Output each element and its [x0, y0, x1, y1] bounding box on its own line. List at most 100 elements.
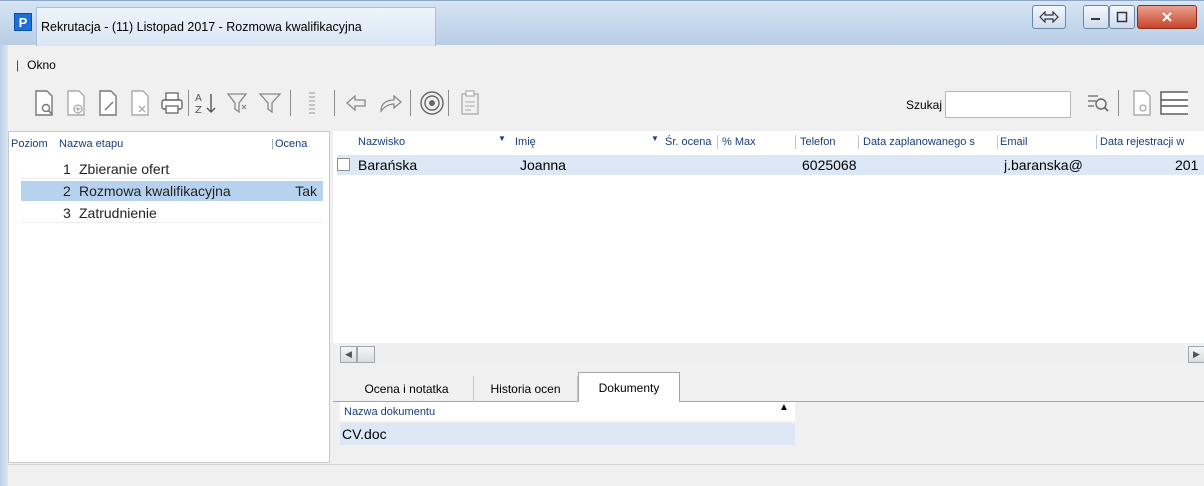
redo-icon[interactable] — [376, 88, 404, 118]
header-separator — [717, 135, 718, 149]
sort-desc-icon: ▼ — [651, 134, 659, 143]
header-nazwisko[interactable]: Nazwisko — [358, 136, 405, 148]
add-document-icon[interactable] — [62, 88, 90, 118]
search-label: Szukaj — [906, 98, 943, 112]
filter-icon[interactable] — [256, 88, 284, 118]
preview-document-icon[interactable] — [1128, 88, 1156, 118]
print-icon[interactable] — [158, 88, 186, 118]
document-name: CV.doc — [342, 426, 387, 442]
documents-header[interactable]: Nazwa dokumentu ▲ — [340, 402, 795, 421]
candidates-grid: Nazwisko ▼ Imię ▼ Śr. ocena % Max Telefo… — [333, 131, 1204, 343]
header-nazwa-dokumentu: Nazwa dokumentu — [344, 406, 436, 418]
header-separator: | — [271, 138, 274, 150]
stage-name: Zbieranie ofert — [79, 161, 170, 177]
tab-label: Dokumenty — [598, 380, 660, 395]
documents-list: Nazwa dokumentu ▲ CV.doc — [340, 402, 795, 445]
close-icon — [1162, 12, 1172, 22]
tab-ocena-i-notatka[interactable]: Ocena i notatka — [340, 376, 474, 402]
delete-document-icon[interactable] — [126, 88, 154, 118]
new-document-icon[interactable] — [30, 88, 58, 118]
detail-tabs: Ocena i notatka Historia ocen Dokumenty — [333, 370, 1204, 403]
undo-icon[interactable] — [344, 88, 372, 118]
toolbar-separator — [448, 90, 449, 116]
stages-panel: Poziom Nazwa etapu | Ocena 1 Zbieranie o… — [8, 131, 330, 463]
title-bar: P Rekrutacja - (11) Listopad 2017 - Rozm… — [0, 0, 1204, 46]
maximize-icon — [1116, 11, 1128, 23]
toolbar-separator — [1118, 90, 1119, 116]
stage-ocena: Tak — [295, 183, 317, 199]
close-button[interactable] — [1137, 5, 1197, 29]
stage-row[interactable]: 1 Zbieranie ofert — [21, 159, 323, 179]
checklist-icon[interactable] — [456, 88, 484, 118]
header-data-rejestracji[interactable]: Data rejestracji w — [1100, 136, 1184, 148]
maximize-button[interactable] — [1109, 5, 1135, 29]
stage-name: Zatrudnienie — [79, 205, 157, 221]
toolbar-separator — [410, 90, 411, 116]
header-sr-ocena[interactable]: Śr. ocena — [665, 136, 711, 148]
stage-row-selected[interactable]: 2 Rozmowa kwalifikacyjna Tak — [21, 181, 323, 201]
toolbar-separator — [290, 90, 291, 116]
row-checkbox[interactable] — [337, 158, 350, 171]
minimize-icon — [1091, 18, 1100, 20]
header-nazwa-etapu[interactable]: Nazwa etapu — [59, 138, 123, 150]
header-imie[interactable]: Imię — [515, 136, 536, 148]
search-input[interactable] — [945, 91, 1071, 118]
menu-separator: | — [16, 58, 20, 72]
cell-telefon: 6025068 — [802, 157, 857, 173]
svg-text:A: A — [195, 93, 202, 104]
window-title: Rekrutacja - (11) Listopad 2017 - Rozmow… — [41, 20, 362, 34]
sort-desc-icon: ▼ — [498, 134, 506, 143]
cell-nazwisko: Barańska — [358, 157, 418, 173]
horizontal-scrollbar[interactable]: ◀ ▶ — [340, 346, 1204, 363]
minimize-button[interactable] — [1083, 5, 1109, 29]
search-options-icon[interactable] — [1084, 88, 1112, 118]
header-ocena[interactable]: Ocena — [275, 138, 307, 150]
svg-text:Z: Z — [195, 105, 202, 116]
tab-label: Historia ocen — [490, 382, 561, 396]
stage-number: 1 — [63, 161, 71, 177]
edit-document-icon[interactable] — [94, 88, 122, 118]
header-separator — [795, 135, 796, 149]
header-poziom[interactable]: Poziom — [11, 138, 48, 150]
toolbar-separator — [188, 90, 189, 116]
scroll-thumb[interactable] — [357, 346, 375, 363]
stage-number: 3 — [63, 205, 71, 221]
header-separator — [997, 135, 998, 149]
filter-add-icon[interactable] — [224, 88, 252, 118]
menu-okno[interactable]: Okno — [27, 58, 56, 72]
toolbar-separator — [334, 90, 335, 116]
candidates-header: Nazwisko ▼ Imię ▼ Śr. ocena % Max Telefo… — [333, 131, 1204, 151]
candidate-row[interactable]: Barańska Joanna 6025068 j.baranska@ 201 — [337, 155, 1204, 175]
header-email[interactable]: Email — [1000, 136, 1028, 148]
stage-number: 2 — [63, 183, 71, 199]
scroll-left-icon[interactable]: ◀ — [340, 346, 357, 363]
stage-row[interactable]: 3 Zatrudnienie — [21, 203, 323, 223]
header-separator — [858, 135, 859, 149]
application-window: P Rekrutacja - (11) Listopad 2017 - Rozm… — [0, 0, 1204, 486]
window-left-border — [0, 0, 8, 486]
layout-split-icon[interactable] — [1160, 88, 1188, 118]
tab-historia-ocen[interactable]: Historia ocen — [474, 376, 578, 402]
double-arrow-icon — [1039, 11, 1059, 23]
header-data-zaplanowanego[interactable]: Data zaplanowanego s — [863, 136, 997, 148]
scroll-right-icon[interactable]: ▶ — [1188, 346, 1204, 363]
window-title-tab[interactable]: Rekrutacja - (11) Listopad 2017 - Rozmow… — [36, 7, 436, 46]
target-icon[interactable] — [418, 88, 446, 118]
cell-imie: Joanna — [520, 157, 566, 173]
header-separator — [1096, 135, 1097, 149]
stages-header: Poziom Nazwa etapu | Ocena — [9, 132, 329, 154]
document-row[interactable]: CV.doc — [340, 423, 795, 445]
cell-data-rejestracji: 201 — [1175, 157, 1199, 173]
tab-label: Ocena i notatka — [364, 382, 449, 396]
sort-icon[interactable]: AZ — [192, 88, 220, 118]
menu-bar: | Okno — [8, 55, 1204, 75]
restore-switch-button[interactable] — [1032, 5, 1066, 29]
cell-email: j.baranska@ — [1004, 157, 1083, 173]
status-bar — [8, 464, 1204, 486]
tab-dokumenty[interactable]: Dokumenty — [578, 372, 680, 403]
columns-icon[interactable] — [298, 88, 326, 118]
header-telefon[interactable]: Telefon — [800, 136, 835, 148]
sort-asc-icon: ▲ — [779, 402, 789, 413]
header-max[interactable]: % Max — [722, 136, 756, 148]
stage-name: Rozmowa kwalifikacyjna — [79, 183, 231, 199]
